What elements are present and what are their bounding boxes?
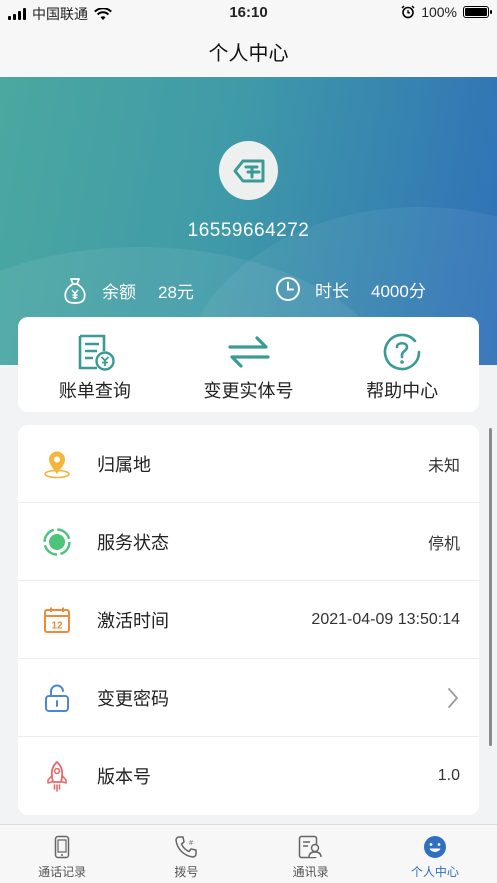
duration-value: 4000分 [371,281,426,301]
balance-label: 余额 [102,282,136,302]
location-label: 归属地 [97,454,151,475]
service-status-value: 停机 [427,535,460,553]
quick-actions-card: 账单查询 变更实体号 帮助中心 [18,317,479,412]
info-list: 归属地 未知 服务状态 停机 12 激活时间 2021-04-09 13:50:… [18,425,479,815]
battery-percent: 100% [421,4,457,20]
bill-query-button[interactable]: 账单查询 [18,317,172,412]
contacts-icon [298,835,322,859]
swap-arrows-icon [227,336,270,368]
clock-icon [276,277,300,301]
location-value: 未知 [427,457,460,475]
duration-stat: 时长 4000分 [275,276,426,302]
alarm-icon [401,5,415,19]
scrollbar[interactable] [489,428,492,746]
sim-card-icon [233,159,264,182]
change-number-label: 变更实体号 [203,381,294,401]
tab-contacts[interactable]: 通讯录 [249,825,373,883]
balance-value: 28元 [158,282,194,302]
tab-contacts-label: 通讯录 [292,865,329,879]
help-icon [383,333,421,371]
chevron-right-icon [448,687,458,708]
money-bag-icon [64,278,86,304]
unlock-icon [42,683,72,713]
smile-icon [423,836,446,858]
status-right: 100% [401,4,492,20]
calendar-icon: 12 [42,605,72,635]
bill-query-label: 账单查询 [58,381,131,401]
list-item-change-password[interactable]: 变更密码 [18,659,479,737]
change-password-label: 变更密码 [97,688,169,709]
dial-icon: # [175,836,198,858]
phone-device-icon [54,835,70,859]
service-status-label: 服务状态 [97,532,169,553]
tab-call-log[interactable]: 通话记录 [0,825,124,883]
help-center-label: 帮助中心 [366,381,439,401]
page-title: 个人中心 [208,43,289,65]
battery-icon [463,6,492,18]
status-bar: 中国联通 16:10 100% [0,0,497,26]
rocket-icon [42,761,72,792]
balance-stat: 余额 28元 [62,276,194,304]
list-item-version[interactable]: 版本号 1.0 [18,737,479,815]
svg-text:#: # [189,840,193,847]
tab-bar: 通话记录 # 拨号 通讯录 个人中心 [0,824,497,883]
duration-label: 时长 [315,281,349,301]
tab-dial[interactable]: # 拨号 [124,825,248,883]
tab-profile[interactable]: 个人中心 [373,825,497,883]
list-item-location[interactable]: 归属地 未知 [18,425,479,503]
avatar[interactable] [219,141,278,200]
list-item-service-status[interactable]: 服务状态 停机 [18,503,479,581]
version-value: 1.0 [437,767,460,784]
change-number-button[interactable]: 变更实体号 [172,317,326,412]
status-dot-icon [42,527,72,557]
nav-bar: 个人中心 [0,26,497,77]
activation-time-label: 激活时间 [97,610,169,631]
list-item-activation-time[interactable]: 12 激活时间 2021-04-09 13:50:14 [18,581,479,659]
tab-dial-label: 拨号 [174,865,199,879]
tab-call-log-label: 通话记录 [38,865,87,879]
battery-fill [465,8,487,16]
bill-icon [78,334,115,371]
tab-profile-label: 个人中心 [410,865,459,879]
help-center-button[interactable]: 帮助中心 [325,317,479,412]
phone-number: 16559664272 [187,220,310,241]
version-label: 版本号 [97,767,151,787]
location-pin-icon [42,449,72,479]
calendar-day: 12 [51,620,63,631]
activation-time-value: 2021-04-09 13:50:14 [311,610,460,628]
